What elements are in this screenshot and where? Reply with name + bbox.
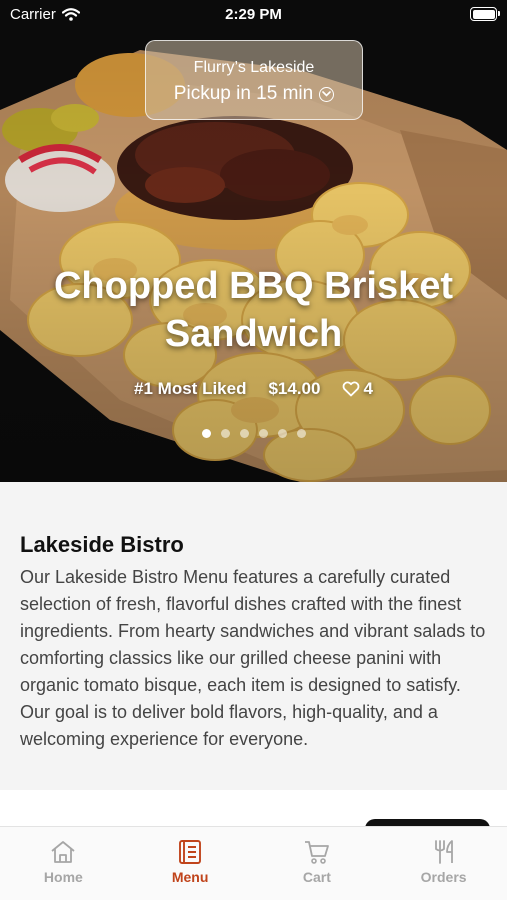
like-button[interactable]: 4 [342, 379, 373, 399]
orders-icon [434, 840, 453, 864]
dish-title: Chopped BBQ Brisket Sandwich [53, 265, 454, 355]
tab-cart[interactable]: Cart [254, 827, 381, 900]
status-bar: Carrier 2:29 PM [0, 0, 507, 30]
tab-orders-label: Orders [420, 869, 467, 885]
dish-meta: #1 Most Liked $14.00 4 [0, 379, 507, 399]
clock: 2:29 PM [225, 6, 282, 23]
like-count: 4 [363, 379, 373, 398]
pickup-eta: Pickup in 15 min [173, 83, 314, 104]
carousel-dot[interactable] [239, 429, 249, 438]
carousel-dot[interactable] [277, 429, 287, 438]
dish-badge: #1 Most Liked [134, 379, 247, 398]
heart-icon [343, 381, 360, 397]
menu-icon [179, 840, 202, 864]
tab-home[interactable]: Home [0, 827, 127, 900]
carousel-dots [0, 429, 507, 438]
tab-menu-label: Menu [171, 869, 209, 885]
pickup-location: Flurry’s Lakeside [193, 59, 315, 76]
pickup-eta-row: Pickup in 15 min [146, 83, 362, 105]
home-icon [51, 841, 75, 863]
pickup-selector[interactable]: Flurry’s Lakeside Pickup in 15 min [145, 40, 363, 120]
restaurant-name: Lakeside Bistro [20, 532, 184, 557]
hero-image-carousel[interactable]: Carrier 2:29 PM Flurry’s Lakeside Pickup… [0, 0, 507, 482]
carousel-dot[interactable] [258, 429, 268, 438]
carousel-dot[interactable] [296, 429, 306, 438]
tab-orders[interactable]: Orders [380, 827, 507, 900]
tab-cart-label: Cart [302, 869, 331, 885]
restaurant-description: Our Lakeside Bistro Menu features a care… [20, 567, 486, 749]
tab-menu[interactable]: Menu [127, 827, 254, 900]
carousel-dot[interactable] [201, 429, 211, 438]
carousel-dot[interactable] [220, 429, 230, 438]
chevron-down-icon [319, 86, 335, 102]
tab-bar: Home Menu Cart Orders [0, 826, 507, 900]
dish-price: $14.00 [268, 379, 321, 398]
battery-icon [470, 7, 500, 21]
restaurant-info: Lakeside Bistro Our Lakeside Bistro Menu… [0, 482, 507, 790]
cart-icon [304, 841, 329, 864]
tab-home-label: Home [43, 869, 83, 885]
